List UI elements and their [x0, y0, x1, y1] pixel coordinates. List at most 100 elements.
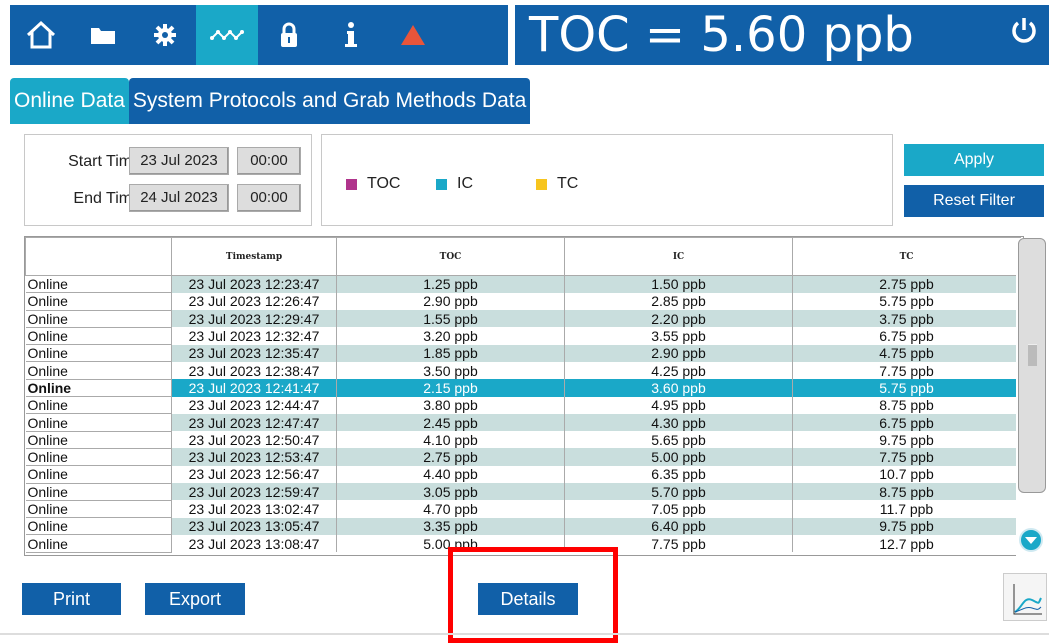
column-header-source[interactable]: [25, 237, 172, 276]
lock-button[interactable]: [258, 5, 320, 65]
cell-timestamp: 23 Jul 2023 12:44:47: [171, 396, 337, 414]
table-row[interactable]: Online 23 Jul 2023 12:26:47 2.90 ppb 2.85 p…: [25, 292, 1021, 311]
cell-timestamp: 23 Jul 2023 12:29:47: [171, 310, 337, 328]
table-row[interactable]: Online 23 Jul 2023 13:05:47 3.35 ppb 6.40 p…: [25, 517, 1021, 536]
cell-source: Online: [25, 500, 172, 519]
cell-source: Online: [25, 379, 172, 398]
info-button[interactable]: [320, 5, 382, 65]
print-button[interactable]: Print: [22, 583, 121, 615]
cell-toc: 3.80 ppb: [336, 396, 565, 414]
scrollbar-grip: [1028, 344, 1037, 366]
cell-toc: 2.15 ppb: [336, 379, 565, 397]
start-time-label: Start Time: [68, 153, 141, 170]
chart-view-button[interactable]: [1003, 573, 1047, 621]
cell-source: Online: [25, 327, 172, 346]
table-row[interactable]: Online 23 Jul 2023 12:47:47 2.45 ppb 4.30 p…: [25, 413, 1021, 432]
tab-strip: Online Data System Protocols and Grab Me…: [10, 78, 531, 124]
nav-bar: [10, 5, 508, 65]
table-scrollbar[interactable]: [1016, 238, 1048, 556]
cell-ic: 6.35 ppb: [564, 465, 793, 484]
cell-source: Online: [25, 344, 172, 363]
home-icon: [26, 20, 56, 49]
end-date-field[interactable]: 24 Jul 2023: [129, 184, 229, 212]
cell-timestamp: 23 Jul 2023 12:35:47: [171, 344, 337, 362]
start-time-row: Start Time 23 Jul 2023 00:00: [25, 147, 313, 177]
cell-tc: 5.75 ppb: [792, 292, 1021, 311]
table-row[interactable]: Online 23 Jul 2023 12:35:47 1.85 ppb 2.90 p…: [25, 344, 1021, 363]
cell-source: Online: [25, 534, 172, 553]
cell-ic: 6.40 ppb: [564, 517, 793, 535]
end-time-field[interactable]: 00:00: [237, 184, 301, 212]
alert-button[interactable]: [382, 5, 444, 65]
reset-filter-button[interactable]: Reset Filter: [904, 185, 1044, 217]
cell-timestamp: 23 Jul 2023 13:05:47: [171, 517, 337, 535]
data-button[interactable]: [196, 5, 258, 65]
legend-ic[interactable]: IC: [436, 175, 473, 193]
cell-tc: 12.7 ppb: [792, 534, 1021, 553]
export-button[interactable]: Export: [145, 583, 245, 615]
folder-button[interactable]: [72, 5, 134, 65]
cell-ic: 5.70 ppb: [564, 483, 793, 501]
home-button[interactable]: [10, 5, 72, 65]
cell-toc: 3.20 ppb: [336, 327, 565, 345]
table-row[interactable]: Online 23 Jul 2023 12:41:47 2.15 ppb 3.60 p…: [25, 379, 1021, 398]
legend-toc[interactable]: TOC: [346, 175, 400, 193]
cell-tc: 4.75 ppb: [792, 344, 1021, 362]
cell-ic: 3.55 ppb: [564, 327, 793, 345]
table-row[interactable]: Online 23 Jul 2023 12:59:47 3.05 ppb 5.70 p…: [25, 483, 1021, 501]
cell-ic: 1.50 ppb: [564, 275, 793, 293]
table-row[interactable]: Online 23 Jul 2023 12:53:47 2.75 ppb 5.00 p…: [25, 448, 1021, 467]
table-row[interactable]: Online 23 Jul 2023 13:02:47 4.70 ppb 7.05 p…: [25, 500, 1021, 519]
cell-source: Online: [25, 431, 172, 449]
tab-system-protocols[interactable]: System Protocols and Grab Methods Data: [128, 78, 531, 124]
start-date-field[interactable]: 23 Jul 2023: [129, 147, 229, 175]
legend-tc[interactable]: TC: [536, 175, 578, 193]
cell-timestamp: 23 Jul 2023 12:47:47: [171, 413, 337, 432]
tab-online-data[interactable]: Online Data: [10, 78, 129, 124]
cell-timestamp: 23 Jul 2023 12:32:47: [171, 327, 337, 345]
cell-toc: 2.75 ppb: [336, 448, 565, 466]
cell-toc: 1.85 ppb: [336, 344, 565, 362]
cell-ic: 4.30 ppb: [564, 413, 793, 432]
apply-button[interactable]: Apply: [904, 144, 1044, 176]
table-row[interactable]: Online 23 Jul 2023 12:38:47 3.50 ppb 4.25 p…: [25, 361, 1021, 380]
column-header-tc[interactable]: TC: [792, 237, 1021, 276]
cell-tc: 10.7 ppb: [792, 465, 1021, 484]
table-row[interactable]: Online 23 Jul 2023 12:44:47 3.80 ppb 4.95 p…: [25, 396, 1021, 415]
cell-toc: 1.25 ppb: [336, 275, 565, 293]
legend-ic-label: IC: [457, 175, 473, 192]
scroll-down-button[interactable]: [1019, 528, 1043, 552]
table-row[interactable]: Online 23 Jul 2023 12:56:47 4.40 ppb 6.35 p…: [25, 465, 1021, 484]
column-header-timestamp[interactable]: Timestamp: [171, 237, 337, 276]
cell-toc: 3.35 ppb: [336, 517, 565, 535]
table-row[interactable]: Online 23 Jul 2023 12:23:47 1.25 ppb 1.50 p…: [25, 275, 1021, 294]
table-row[interactable]: Online 23 Jul 2023 12:32:47 3.20 ppb 3.55 p…: [25, 327, 1021, 346]
cell-source: Online: [25, 310, 172, 328]
table-row[interactable]: Online 23 Jul 2023 12:29:47 1.55 ppb 2.20 p…: [25, 310, 1021, 328]
cell-tc: 2.75 ppb: [792, 275, 1021, 293]
cell-ic: 2.85 ppb: [564, 292, 793, 311]
scrollbar-thumb[interactable]: [1018, 238, 1046, 493]
cell-source: Online: [25, 396, 172, 415]
legend-tc-swatch: [536, 178, 547, 190]
cell-ic: 2.20 ppb: [564, 310, 793, 328]
cell-tc: 7.75 ppb: [792, 361, 1021, 380]
cell-tc: 9.75 ppb: [792, 431, 1021, 449]
cell-tc: 9.75 ppb: [792, 517, 1021, 535]
cell-tc: 8.75 ppb: [792, 396, 1021, 414]
info-icon: [345, 22, 357, 47]
start-time-field[interactable]: 00:00: [237, 147, 301, 175]
cell-tc: 6.75 ppb: [792, 413, 1021, 432]
highlight-annotation-box: [448, 547, 618, 643]
gear-icon: [154, 24, 176, 46]
bottom-divider: [0, 633, 1049, 635]
end-time-row: End Time 24 Jul 2023 00:00: [25, 184, 313, 214]
power-icon[interactable]: [1009, 16, 1039, 46]
legend-toc-label: TOC: [367, 175, 401, 192]
table-row[interactable]: Online 23 Jul 2023 12:50:47 4.10 ppb 5.65 p…: [25, 431, 1021, 449]
cell-toc: 2.45 ppb: [336, 413, 565, 432]
column-header-ic[interactable]: IC: [564, 237, 793, 276]
column-header-toc[interactable]: TOC: [336, 237, 565, 276]
cell-timestamp: 23 Jul 2023 12:41:47: [171, 379, 337, 397]
settings-button[interactable]: [134, 5, 196, 65]
